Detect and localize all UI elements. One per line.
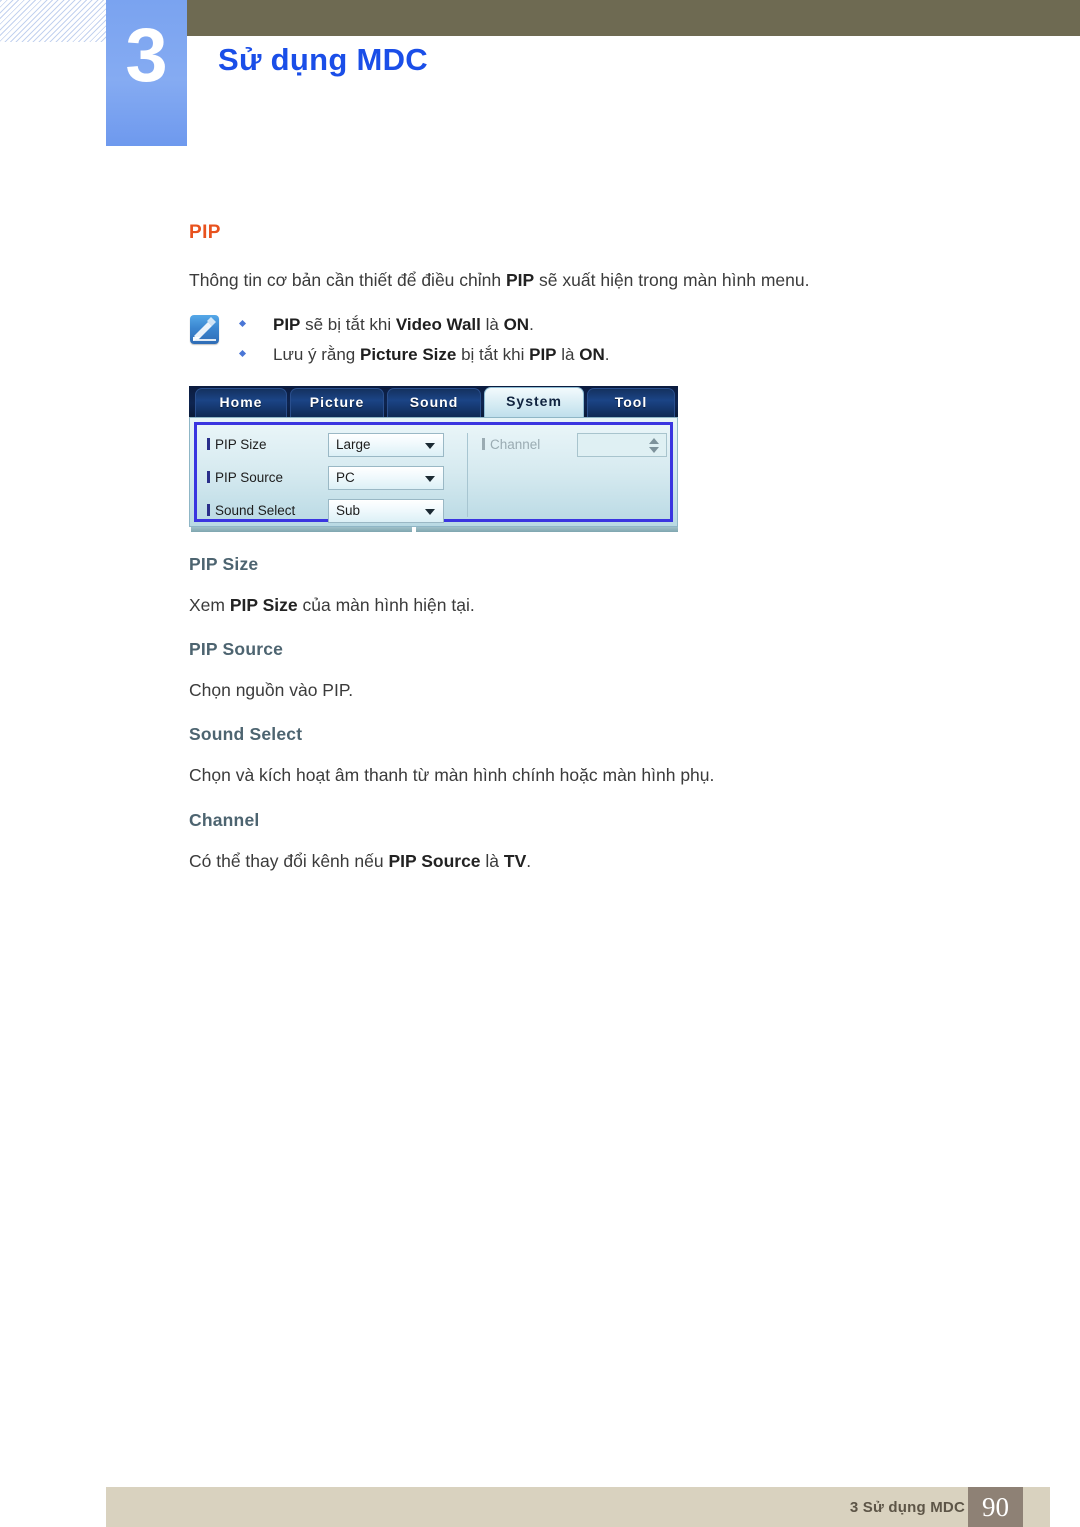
footer-chapter-label: 3 Sử dụng MDC (849, 1499, 965, 1516)
bullet-1-text-3: là (480, 315, 504, 334)
intro-bold-pip: PIP (505, 270, 535, 290)
paragraph-pip-source: Chọn nguồn vào PIP. (189, 680, 354, 700)
paragraph-pip-size-text-2: của màn hình hiện tại. (297, 595, 475, 615)
field-marker-icon (207, 471, 210, 483)
bullet-2-bold-3: ON (579, 345, 605, 364)
mdc-system-panel-screenshot: Home Picture Sound System Tool PIP Size (189, 386, 678, 536)
intro-suffix: sẽ xuất hiện trong màn hình menu. (534, 270, 810, 290)
mdc-tab-system-label: System (506, 393, 562, 409)
mdc-tab-tool-label: Tool (614, 394, 648, 410)
mdc-label-channel: Channel (482, 437, 540, 452)
mdc-label-pip-source: PIP Source (207, 470, 283, 485)
mdc-tab-tool[interactable]: Tool (587, 388, 675, 417)
header-olive-bar (187, 0, 1080, 36)
mdc-tab-sound[interactable]: Sound (387, 388, 481, 417)
mdc-tab-bar: Home Picture Sound System Tool (189, 386, 678, 417)
section-intro-paragraph: Thông tin cơ bản cần thiết để điều chỉnh… (189, 268, 810, 292)
paragraph-channel-text-1: Có thể thay đổi kênh nếu (189, 851, 389, 871)
hatch-decoration (0, 0, 106, 42)
mdc-label-pip-size: PIP Size (207, 437, 267, 452)
bullet-2-text-4: . (604, 345, 610, 364)
mdc-dropdown-sound-select-value: Sub (336, 503, 361, 518)
page-header: 3 Sử dụng MDC (0, 0, 1080, 150)
paragraph-channel-bold-1: PIP Source (388, 851, 481, 871)
chevron-down-icon (425, 443, 435, 449)
bullet-1-bold-1: PIP (273, 315, 301, 334)
chevron-down-icon (425, 509, 435, 515)
intro-prefix: Thông tin cơ bản cần thiết để điều chỉnh (189, 270, 506, 290)
mdc-panel-body: PIP Size Large PIP Source PC Sound Selec… (189, 417, 678, 527)
mdc-spinner-channel[interactable] (577, 433, 667, 457)
mdc-tab-picture-label: Picture (309, 394, 365, 410)
mdc-tab-home-label: Home (219, 394, 263, 410)
mdc-dropdown-pip-size[interactable]: Large (328, 433, 444, 457)
bullet-2-text-3: là (556, 345, 580, 364)
bullet-1-text-2: sẽ bị tắt khi (300, 315, 396, 334)
section-title-pip: PIP (189, 222, 221, 243)
spinner-up-icon[interactable] (649, 438, 659, 444)
bullet-2-bold-1: Picture Size (359, 345, 457, 364)
paragraph-pip-size: Xem PIP Size của màn hình hiện tại. (189, 593, 475, 617)
subheading-sound-select: Sound Select (189, 724, 303, 744)
paragraph-channel-bold-2: TV (503, 851, 527, 871)
paragraph-pip-size-bold: PIP Size (229, 595, 298, 615)
paragraph-sound-select: Chọn và kích hoạt âm thanh từ màn hình c… (189, 765, 715, 785)
mdc-tab-picture[interactable]: Picture (290, 388, 384, 417)
field-marker-icon (482, 438, 485, 450)
mdc-label-sound-select: Sound Select (207, 503, 295, 518)
subheading-pip-source: PIP Source (189, 639, 284, 659)
spinner-down-icon[interactable] (649, 447, 659, 453)
page-footer: 3 Sử dụng MDC 90 (0, 1469, 1080, 1527)
chapter-number-block: 3 (106, 0, 187, 146)
paragraph-channel-text-2: là (480, 851, 504, 871)
mdc-dropdown-pip-source[interactable]: PC (328, 466, 444, 490)
note-bullet-1: PIP sẽ bị tắt khi Video Wall là ON. (238, 314, 534, 336)
note-bullet-2: Lưu ý rằng Picture Size bị tắt khi PIP l… (238, 344, 610, 366)
chapter-number: 3 (125, 13, 168, 98)
bullet-2-text-1: Lưu ý rằng (273, 345, 360, 364)
mdc-status-strip-left (191, 527, 412, 532)
subheading-pip-size: PIP Size (189, 554, 259, 574)
page-title: Sử dụng MDC (218, 42, 428, 77)
paragraph-channel-text-3: . (526, 851, 532, 871)
mdc-column-divider (467, 433, 468, 517)
paragraph-pip-size-text-1: Xem (189, 595, 230, 615)
mdc-tab-home[interactable]: Home (195, 388, 287, 417)
bullet-1-text-4: . (529, 315, 534, 334)
field-marker-icon (207, 438, 210, 450)
bullet-1-bold-3: ON (503, 315, 530, 334)
mdc-dropdown-sound-select[interactable]: Sub (328, 499, 444, 523)
mdc-status-strip-right (416, 527, 678, 532)
bullet-dot-icon (238, 319, 247, 328)
bullet-2-bold-2: PIP (529, 345, 557, 364)
mdc-tab-sound-label: Sound (409, 394, 459, 410)
bullet-2-text-2: bị tắt khi (456, 345, 530, 364)
chevron-down-icon (425, 476, 435, 482)
note-pen-icon (190, 315, 219, 344)
mdc-focus-frame: PIP Size Large PIP Source PC Sound Selec… (194, 422, 673, 523)
page-number: 90 (982, 1492, 1009, 1522)
bullet-1-bold-2: Video Wall (395, 315, 481, 334)
bullet-dot-icon (238, 349, 247, 358)
paragraph-channel: Có thể thay đổi kênh nếu PIP Source là T… (189, 849, 531, 873)
field-marker-icon (207, 504, 210, 516)
mdc-tab-system[interactable]: System (484, 387, 584, 417)
mdc-dropdown-pip-size-value: Large (336, 437, 371, 452)
subheading-channel: Channel (189, 810, 260, 830)
mdc-dropdown-pip-source-value: PC (336, 470, 355, 485)
page-number-box: 90 (968, 1487, 1023, 1527)
